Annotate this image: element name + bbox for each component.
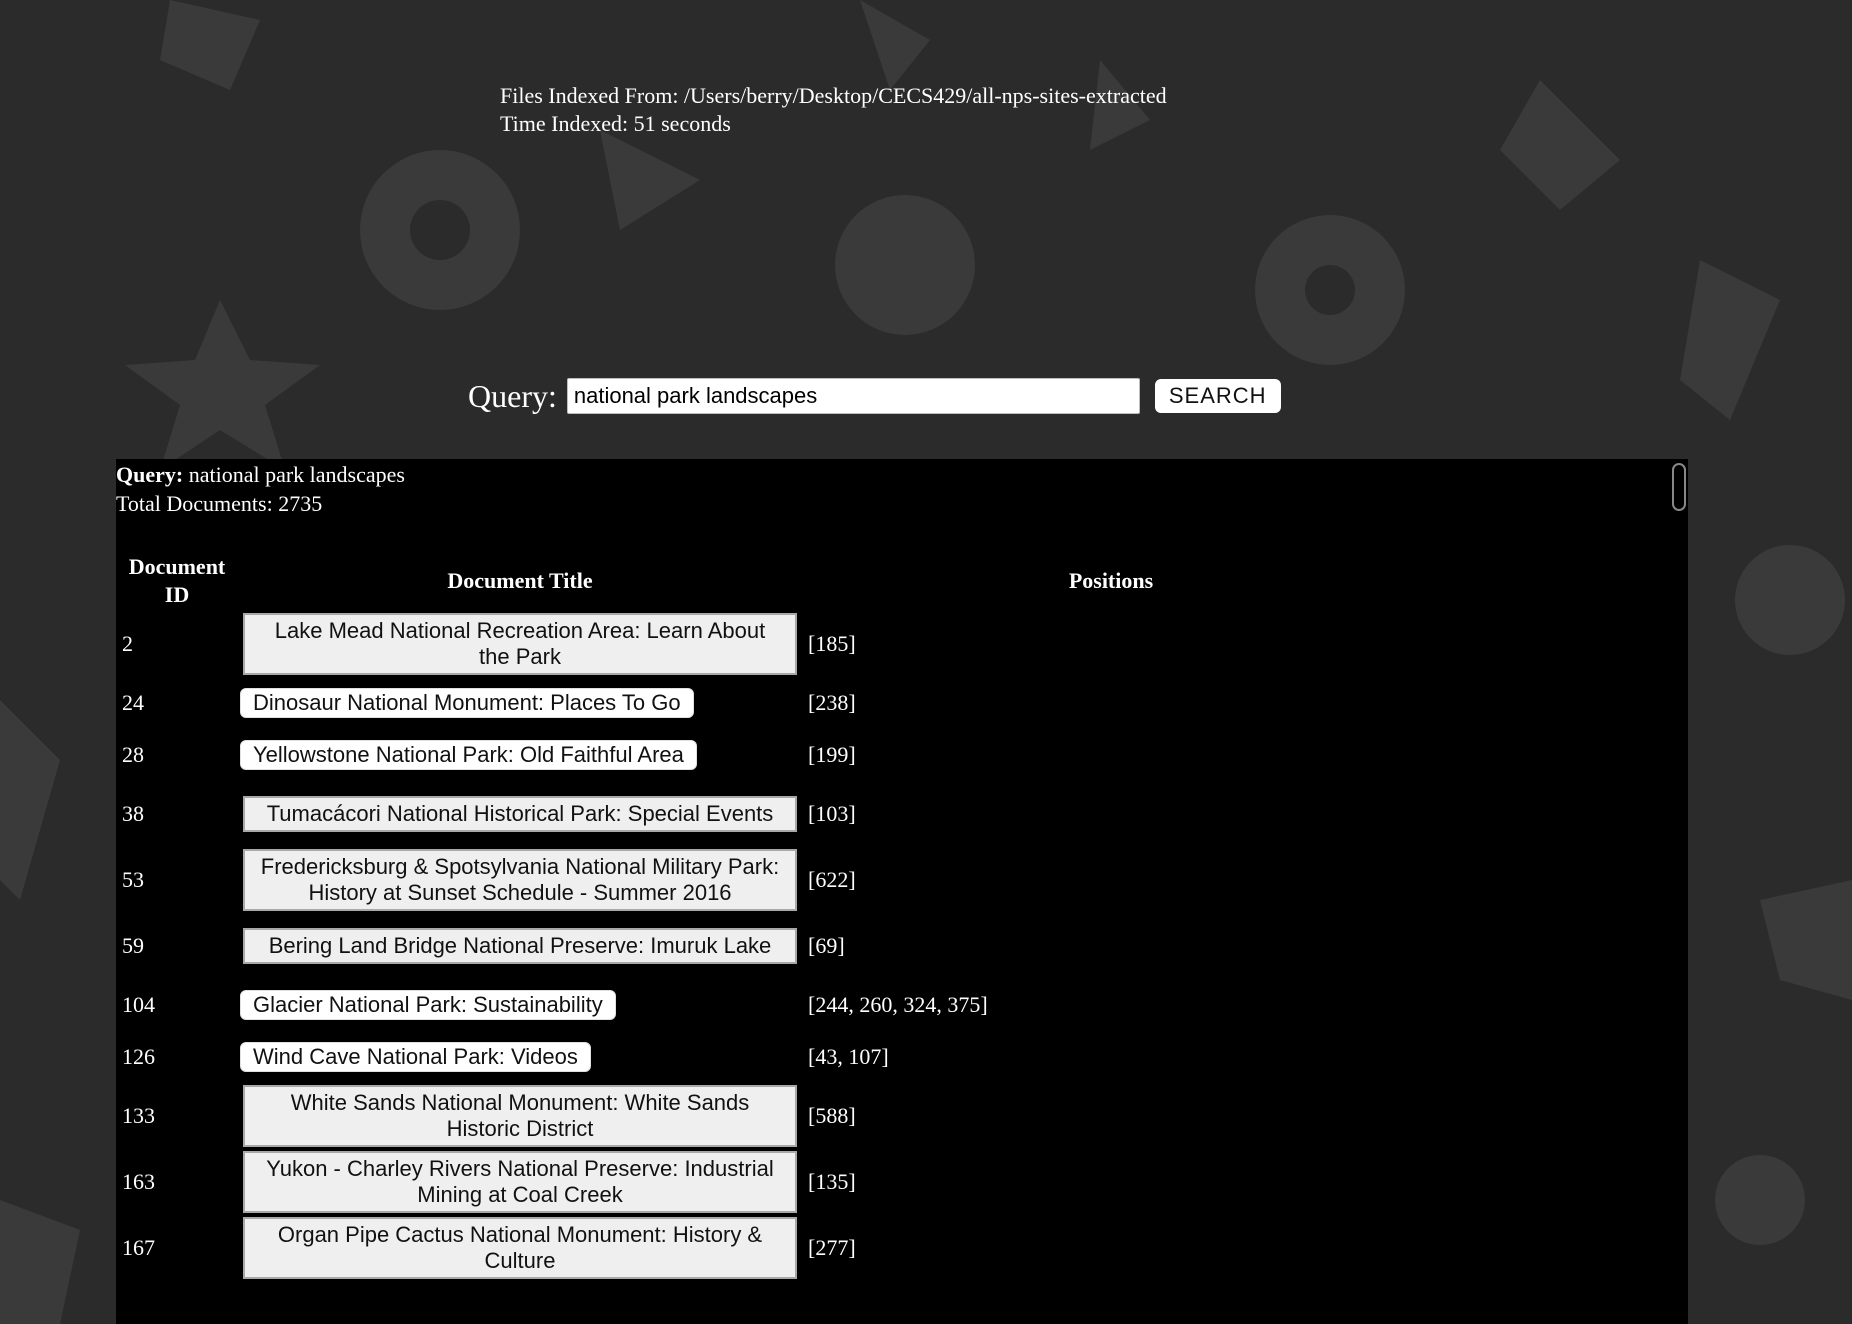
positions-cell: [622] <box>808 867 856 892</box>
positions-cell: [199] <box>808 742 856 767</box>
results-body: 2 Lake Mead National Recreation Area: Lea… <box>120 613 1416 1279</box>
positions-cell: [69] <box>808 933 845 958</box>
document-id-cell: 28 <box>122 742 144 767</box>
document-title-cell: Fredericksburg & Spotsylvania National M… <box>238 849 802 911</box>
table-row: 163 Yukon - Charley Rivers National Prese… <box>120 1151 1416 1213</box>
positions-cell: [185] <box>808 631 856 656</box>
document-title-button[interactable]: Glacier National Park: Sustainability <box>240 990 616 1020</box>
time-indexed: Time Indexed: 51 seconds <box>500 111 731 136</box>
table-row: 104 Glacier National Park: Sustainability… <box>120 981 1416 1029</box>
positions-cell: [588] <box>808 1103 856 1128</box>
document-title-button[interactable]: Lake Mead National Recreation Area: Lear… <box>243 613 797 675</box>
index-info: Files Indexed From: /Users/berry/Desktop… <box>500 82 1167 138</box>
table-row: 2 Lake Mead National Recreation Area: Lea… <box>120 613 1416 675</box>
document-title-cell: Dinosaur National Monument: Places To Go <box>238 679 802 727</box>
document-id-cell: 104 <box>122 992 155 1017</box>
document-title-button[interactable]: Organ Pipe Cactus National Monument: His… <box>243 1217 797 1279</box>
document-id-cell: 126 <box>122 1044 155 1069</box>
table-row: 133 White Sands National Monument: White … <box>120 1085 1416 1147</box>
positions-cell: [135] <box>808 1169 856 1194</box>
document-title-button[interactable]: Fredericksburg & Spotsylvania National M… <box>243 849 797 911</box>
query-label: Query: <box>468 377 557 414</box>
document-title-button[interactable]: Yukon - Charley Rivers National Preserve… <box>243 1151 797 1213</box>
table-row: 53 Fredericksburg & Spotsylvania National… <box>120 849 1416 911</box>
total-documents: Total Documents: 2735 <box>116 491 323 516</box>
table-row: 38 Tumacácori National Historical Park: S… <box>120 783 1416 845</box>
result-query-value: national park landscapes <box>188 462 405 487</box>
query-bar: Query: SEARCH <box>468 376 1281 416</box>
document-title-button[interactable]: Dinosaur National Monument: Places To Go <box>240 688 694 718</box>
result-query-label: Query: <box>116 462 184 487</box>
table-row: 24 Dinosaur National Monument: Places To … <box>120 679 1416 727</box>
positions-cell: [43, 107] <box>808 1044 889 1069</box>
document-title-button[interactable]: Yellowstone National Park: Old Faithful … <box>240 740 697 770</box>
document-title-cell: Tumacácori National Historical Park: Spe… <box>238 783 802 845</box>
document-title-cell: Yellowstone National Park: Old Faithful … <box>238 731 802 779</box>
document-title-button[interactable]: Bering Land Bridge National Preserve: Im… <box>243 928 797 964</box>
results-table: Document ID Document Title Positions 2 La… <box>116 549 1420 1283</box>
table-row: 167 Organ Pipe Cactus National Monument: … <box>120 1217 1416 1279</box>
document-id-cell: 2 <box>122 631 133 656</box>
files-indexed-from: Files Indexed From: /Users/berry/Desktop… <box>500 83 1167 108</box>
table-row: 59 Bering Land Bridge National Preserve: … <box>120 915 1416 977</box>
search-input[interactable] <box>566 378 1140 414</box>
document-title-cell: Yukon - Charley Rivers National Preserve… <box>238 1151 802 1213</box>
document-title-cell: Wind Cave National Park: Videos <box>238 1033 802 1081</box>
scrollbar-thumb[interactable] <box>1672 463 1686 511</box>
document-title-cell: Bering Land Bridge National Preserve: Im… <box>238 915 802 977</box>
document-id-cell: 163 <box>122 1169 155 1194</box>
table-row: 28 Yellowstone National Park: Old Faithfu… <box>120 731 1416 779</box>
document-id-cell: 24 <box>122 690 144 715</box>
document-title-button[interactable]: Tumacácori National Historical Park: Spe… <box>243 796 797 832</box>
positions-cell: [103] <box>808 801 856 826</box>
document-id-cell: 53 <box>122 867 144 892</box>
result-query-line: Query: national park landscapes <box>116 460 405 489</box>
search-button[interactable]: SEARCH <box>1154 379 1281 413</box>
positions-cell: [277] <box>808 1235 856 1260</box>
header-positions: Positions <box>1068 568 1154 593</box>
header-document-title: Document Title <box>447 568 593 593</box>
document-id-cell: 59 <box>122 933 144 958</box>
document-title-cell: Organ Pipe Cactus National Monument: His… <box>238 1217 802 1279</box>
positions-cell: [238] <box>808 690 856 715</box>
table-header-row: Document ID Document Title Positions <box>120 553 1416 609</box>
document-id-cell: 133 <box>122 1103 155 1128</box>
document-title-button[interactable]: Wind Cave National Park: Videos <box>240 1042 591 1072</box>
document-id-cell: 38 <box>122 801 144 826</box>
result-summary: Query: national park landscapes Total Do… <box>116 459 405 518</box>
results-panel[interactable]: Query: national park landscapes Total Do… <box>116 459 1688 1324</box>
document-title-cell: Glacier National Park: Sustainability <box>238 981 802 1029</box>
document-title-button[interactable]: White Sands National Monument: White San… <box>243 1085 797 1147</box>
header-document-id: Document ID <box>128 554 226 607</box>
document-id-cell: 167 <box>122 1235 155 1260</box>
positions-cell: [244, 260, 324, 375] <box>808 992 988 1017</box>
document-title-cell: Lake Mead National Recreation Area: Lear… <box>238 613 802 675</box>
document-title-cell: White Sands National Monument: White San… <box>238 1085 802 1147</box>
table-row: 126 Wind Cave National Park: Videos [43, 1… <box>120 1033 1416 1081</box>
